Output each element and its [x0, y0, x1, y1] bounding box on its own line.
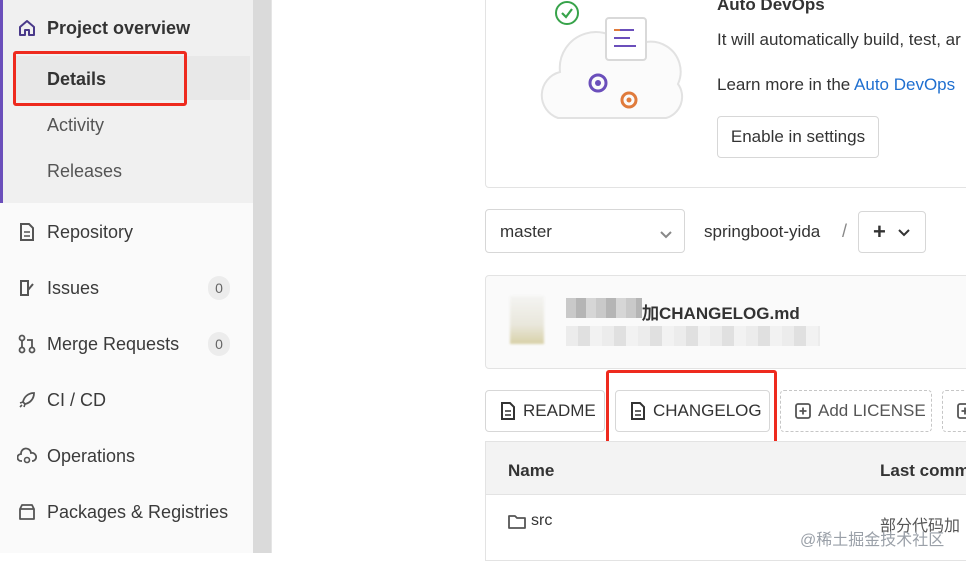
- plus-icon: +: [873, 219, 886, 244]
- plus-square-icon: [957, 402, 966, 420]
- rocket-icon: [17, 390, 37, 410]
- chevron-down-icon: [660, 226, 672, 244]
- sidebar-item-label: CI / CD: [47, 390, 107, 410]
- sidebar-item-label: Project overview: [47, 18, 191, 38]
- issues-count-badge: 0: [208, 276, 230, 300]
- details-annotation-box: [13, 51, 187, 106]
- sidebar-item-packages[interactable]: Packages & Registries: [0, 500, 253, 524]
- document-icon: [17, 222, 37, 242]
- readme-button[interactable]: README: [485, 390, 605, 432]
- sidebar-item-issues[interactable]: Issues 0: [0, 276, 253, 300]
- column-header-last-commit: Last comm: [880, 461, 966, 480]
- readme-label: README: [523, 401, 596, 420]
- add-license-label: Add LICENSE: [818, 401, 926, 420]
- add-file-dropdown-button[interactable]: +: [858, 211, 926, 253]
- sidebar-item-label: Packages & Registries: [47, 502, 229, 522]
- sidebar-item-label: Operations: [47, 446, 136, 466]
- enable-in-settings-button[interactable]: Enable in settings: [717, 116, 879, 158]
- sidebar: Project overview Details Activity Releas…: [0, 0, 253, 553]
- table-header: Name Last comm: [486, 442, 966, 495]
- chevron-down-icon: [898, 222, 910, 242]
- devops-illustration-icon: [540, 1, 684, 119]
- cloud-gear-icon: [17, 446, 37, 466]
- sidebar-item-label: Issues: [47, 278, 100, 298]
- branch-value: master: [500, 222, 552, 241]
- learn-more-prefix: Learn more in the: [717, 75, 855, 94]
- sidebar-item-label: Releases: [47, 161, 123, 181]
- plus-square-icon: [795, 402, 811, 420]
- issues-icon: [17, 278, 37, 298]
- redacted-commit-meta: [566, 326, 820, 346]
- changelog-annotation-box: [606, 370, 777, 446]
- add-file-button[interactable]: [942, 390, 966, 432]
- sidebar-item-releases[interactable]: Releases: [0, 159, 253, 183]
- package-icon: [17, 502, 37, 522]
- divider: [271, 0, 272, 553]
- add-license-button[interactable]: Add LICENSE: [780, 390, 932, 432]
- auto-devops-learn-more: Learn more in the Auto DevOps: [717, 75, 955, 95]
- sidebar-item-cicd[interactable]: CI / CD: [0, 388, 253, 412]
- sidebar-item-merge-requests[interactable]: Merge Requests 0: [0, 332, 253, 356]
- column-header-name: Name: [508, 461, 555, 480]
- auto-devops-link[interactable]: Auto DevOps: [854, 75, 955, 94]
- commit-title[interactable]: 加CHANGELOG.md: [642, 299, 800, 324]
- sidebar-item-project-overview[interactable]: Project overview: [0, 16, 253, 40]
- sidebar-scrollbar[interactable]: [253, 0, 271, 553]
- sidebar-item-label: Activity: [47, 115, 105, 135]
- auto-devops-description: It will automatically build, test, ar: [717, 30, 961, 49]
- merge-requests-count-badge: 0: [208, 332, 230, 356]
- sidebar-item-label: Repository: [47, 222, 134, 242]
- breadcrumb-separator: /: [842, 221, 848, 241]
- merge-request-icon: [17, 334, 37, 354]
- folder-icon: [508, 514, 526, 534]
- branch-select[interactable]: master: [485, 209, 685, 253]
- sidebar-item-repository[interactable]: Repository: [0, 220, 253, 244]
- watermark: @稀土掘金技术社区: [800, 532, 945, 549]
- sidebar-item-operations[interactable]: Operations: [0, 444, 253, 468]
- sidebar-item-label: Merge Requests: [47, 334, 180, 354]
- breadcrumb-project[interactable]: springboot-yida: [704, 222, 820, 242]
- table-row-name[interactable]: src: [531, 512, 552, 530]
- sidebar-item-activity[interactable]: Activity: [0, 113, 253, 137]
- auto-devops-title: Auto DevOps: [717, 0, 825, 14]
- avatar[interactable]: [510, 296, 544, 344]
- file-icon: [500, 402, 516, 420]
- home-icon: [17, 18, 37, 38]
- redacted-commit-prefix: [566, 298, 642, 318]
